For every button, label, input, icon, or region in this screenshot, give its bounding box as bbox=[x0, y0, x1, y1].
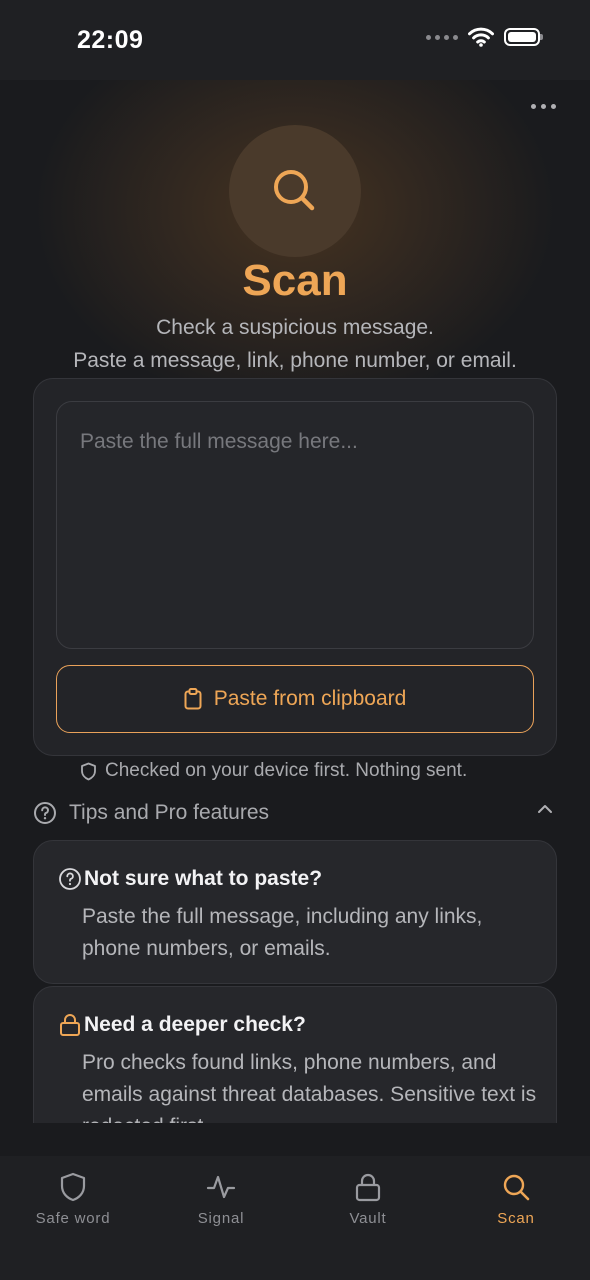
paste-from-clipboard-button[interactable]: Paste from clipboard bbox=[56, 665, 534, 733]
tip-card-what-to-paste: Not sure what to paste? Paste the full m… bbox=[33, 840, 557, 984]
message-input[interactable] bbox=[56, 401, 534, 649]
help-circle-icon bbox=[34, 802, 56, 824]
tab-safe-word[interactable]: Safe word bbox=[13, 1172, 133, 1227]
wifi-icon bbox=[468, 27, 494, 47]
tip-body: Pro checks found links, phone numbers, a… bbox=[82, 1051, 537, 1123]
tips-toggle[interactable]: Tips and Pro features bbox=[33, 798, 557, 828]
shield-icon bbox=[81, 762, 96, 780]
tip-title: Not sure what to paste? bbox=[58, 867, 322, 891]
privacy-note-text: Checked on your device first. Nothing se… bbox=[105, 760, 468, 781]
message-input-card: Paste from clipboard bbox=[33, 378, 557, 756]
tab-bar: Safe word Signal Vault Scan bbox=[0, 1156, 590, 1280]
activity-icon bbox=[206, 1175, 236, 1199]
tip-title: Need a deeper check? bbox=[58, 1013, 306, 1037]
hero-search-badge bbox=[229, 125, 361, 257]
lock-icon bbox=[60, 1014, 80, 1036]
tab-signal[interactable]: Signal bbox=[161, 1172, 281, 1227]
privacy-note: Checked on your device first. Nothing se… bbox=[80, 760, 467, 782]
question-circle-icon bbox=[59, 868, 81, 890]
clipboard-icon bbox=[184, 688, 202, 710]
tip-body: Paste the full message, including any li… bbox=[82, 905, 483, 960]
search-icon bbox=[274, 170, 315, 211]
tab-vault[interactable]: Vault bbox=[308, 1172, 428, 1227]
lock-icon bbox=[355, 1173, 381, 1202]
search-icon bbox=[503, 1174, 530, 1201]
paste-button-label: Paste from clipboard bbox=[213, 687, 407, 710]
shield-icon bbox=[60, 1172, 86, 1202]
tab-scan[interactable]: Scan bbox=[456, 1172, 576, 1227]
page-subtitle-line1: Check a suspicious message. bbox=[156, 316, 434, 339]
page-subtitle-line2: Paste a message, link, phone number, or … bbox=[73, 349, 517, 372]
page-title: Scan bbox=[242, 256, 348, 305]
tips-header-label: Tips and Pro features bbox=[69, 801, 269, 824]
scan-content[interactable]: Scan Check a suspicious message. Paste a… bbox=[0, 80, 590, 1123]
chevron-up-icon bbox=[538, 805, 552, 813]
status-bar: 22:09 bbox=[0, 0, 590, 80]
battery-icon bbox=[504, 28, 543, 46]
status-icons bbox=[426, 27, 543, 47]
cellular-signal-icon bbox=[426, 34, 458, 40]
more-options-button[interactable] bbox=[531, 104, 556, 109]
tip-card-deeper-check: Need a deeper check? Pro checks found li… bbox=[33, 986, 557, 1123]
status-time: 22:09 bbox=[77, 26, 144, 54]
